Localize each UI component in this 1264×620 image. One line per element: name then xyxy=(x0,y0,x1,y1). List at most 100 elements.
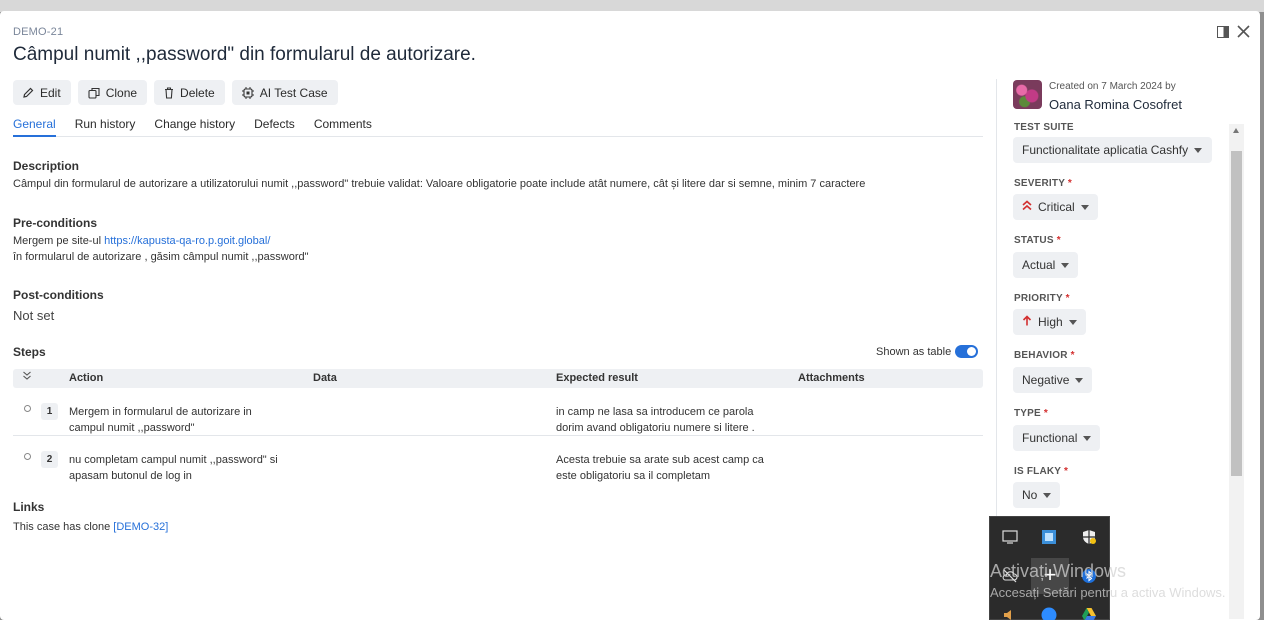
delete-button[interactable]: Delete xyxy=(154,80,225,105)
ai-test-case-button[interactable]: AI Test Case xyxy=(231,80,338,105)
chevron-down-icon xyxy=(1061,262,1070,268)
toolbar: Edit Clone Delete AI Test Case xyxy=(13,80,338,105)
collapse-all-icon[interactable] xyxy=(22,370,32,385)
severity-value: Critical xyxy=(1038,200,1075,214)
shown-as-table-toggle[interactable]: Shown as table xyxy=(876,345,979,358)
links-label: Links xyxy=(13,500,45,514)
tab-run-history[interactable]: Run history xyxy=(75,117,136,137)
created-text: Created on 7 March 2024 by xyxy=(1049,81,1176,92)
step-expected: in camp ne lasa sa introducem ce parola … xyxy=(556,406,755,434)
zoom-icon[interactable] xyxy=(1041,607,1059,620)
chevron-down-icon xyxy=(1194,147,1203,153)
panel-toggle-icon[interactable] xyxy=(1217,25,1229,38)
preconditions-label: Pre-conditions xyxy=(13,216,98,230)
clone-label: Clone xyxy=(105,85,138,100)
type-label: TYPE * xyxy=(1014,408,1048,419)
postconditions-value: Not set xyxy=(13,308,55,323)
chevron-down-icon xyxy=(1043,492,1052,498)
case-title: Câmpul numit ,,password" din formularul … xyxy=(13,44,476,65)
chevron-down-icon xyxy=(1068,319,1077,325)
avatar xyxy=(1013,80,1042,109)
tab-bar: General Run history Change history Defec… xyxy=(13,117,983,137)
speaker-icon[interactable] xyxy=(1002,607,1020,620)
severity-label: SEVERITY * xyxy=(1014,178,1072,189)
step-row[interactable]: 1 Mergem in formularul de autorizare in … xyxy=(13,396,983,444)
chevron-down-icon xyxy=(1083,435,1092,441)
chevron-down-icon xyxy=(1075,377,1084,383)
edit-label: Edit xyxy=(40,85,61,100)
steps-label: Steps xyxy=(13,345,46,359)
toggle-switch[interactable] xyxy=(955,345,979,358)
step-action: nu completam campul numit ,,password" si… xyxy=(69,454,278,482)
priority-select[interactable]: High xyxy=(1013,309,1086,335)
ai-test-case-label: AI Test Case xyxy=(259,85,328,100)
preconditions-line2: în formularul de autorizare , găsim câmp… xyxy=(13,251,309,263)
header-actions xyxy=(1217,25,1250,38)
type-value: Functional xyxy=(1022,431,1078,445)
edit-button[interactable]: Edit xyxy=(13,80,71,105)
severity-select[interactable]: Critical xyxy=(1013,194,1098,220)
author-name: Oana Romina Cosofret xyxy=(1049,97,1182,112)
close-icon[interactable] xyxy=(1237,25,1250,38)
row-divider xyxy=(13,435,983,436)
description-text: Câmpul din formularul de autorizare a ut… xyxy=(13,178,866,190)
windows-activation-watermark: Activați Windows Accesați Setări pentru … xyxy=(990,561,1226,600)
step-row[interactable]: 2 nu completam campul numit ,,password" … xyxy=(13,444,983,492)
clone-link[interactable]: [DEMO-32] xyxy=(113,521,168,533)
step-number: 1 xyxy=(41,403,58,420)
tab-general[interactable]: General xyxy=(13,117,56,137)
test-suite-value: Functionalitate aplicatia Cashfy xyxy=(1022,143,1189,157)
case-id: DEMO-21 xyxy=(13,26,64,38)
is-flaky-value: No xyxy=(1022,488,1038,502)
tab-change-history[interactable]: Change history xyxy=(154,117,235,137)
links-text: This case has clone [DEMO-32] xyxy=(13,521,168,533)
col-attachments: Attachments xyxy=(798,372,865,384)
steps-table-header: Action Data Expected result Attachments xyxy=(13,369,983,388)
arrow-up-icon xyxy=(1022,315,1032,329)
links-prefix: This case has clone xyxy=(13,521,114,533)
test-suite-label: TEST SUITE xyxy=(1014,122,1074,133)
shown-as-table-label: Shown as table xyxy=(876,345,952,358)
step-handle-icon[interactable] xyxy=(24,405,31,412)
scroll-thumb[interactable] xyxy=(1231,151,1242,476)
scroll-up-icon[interactable] xyxy=(1233,128,1239,133)
sidebar-scrollbar[interactable] xyxy=(1229,124,1244,619)
watermark-line2: Accesați Setări pentru a activa Windows. xyxy=(990,585,1226,600)
preconditions-prefix: Mergem pe site-ul xyxy=(13,235,105,247)
watermark-line1: Activați Windows xyxy=(990,561,1127,581)
step-number: 2 xyxy=(41,451,58,468)
step-handle-icon[interactable] xyxy=(24,453,31,460)
preconditions-link[interactable]: https://kapusta-qa-ro.p.goit.global/ xyxy=(104,235,270,247)
display-icon[interactable] xyxy=(1002,529,1020,547)
status-select[interactable]: Actual xyxy=(1013,252,1079,278)
clone-button[interactable]: Clone xyxy=(77,80,148,105)
is-flaky-select[interactable]: No xyxy=(1013,482,1061,508)
is-flaky-label: IS FLAKY * xyxy=(1014,466,1069,477)
postconditions-label: Post-conditions xyxy=(13,288,104,302)
step-expected: Acesta trebuie sa arate sub acest camp c… xyxy=(556,454,764,482)
tab-comments[interactable]: Comments xyxy=(314,117,372,137)
type-select[interactable]: Functional xyxy=(1013,425,1101,451)
network-adapter-icon[interactable] xyxy=(1041,529,1059,547)
behavior-label: BEHAVIOR * xyxy=(1014,350,1075,361)
ai-chip-icon xyxy=(241,86,254,99)
col-data: Data xyxy=(313,372,337,384)
status-label: STATUS * xyxy=(1014,235,1061,246)
behavior-select[interactable]: Negative xyxy=(1013,367,1093,393)
test-suite-select[interactable]: Functionalitate aplicatia Cashfy xyxy=(1013,137,1212,163)
behavior-value: Negative xyxy=(1022,373,1070,387)
priority-label: PRIORITY * xyxy=(1014,293,1070,304)
priority-value: High xyxy=(1038,315,1063,329)
google-drive-icon[interactable] xyxy=(1081,607,1099,620)
preconditions-line1: Mergem pe site-ul https://kapusta-qa-ro.… xyxy=(13,235,270,247)
tab-defects[interactable]: Defects xyxy=(254,117,295,137)
step-action: Mergem in formularul de autorizare in ca… xyxy=(69,406,252,434)
shield-icon[interactable] xyxy=(1081,529,1099,547)
col-action: Action xyxy=(69,372,104,384)
trash-icon xyxy=(164,86,174,99)
chevron-down-icon xyxy=(1080,204,1089,210)
status-value: Actual xyxy=(1022,258,1056,272)
col-expected: Expected result xyxy=(556,372,638,384)
copy-icon xyxy=(88,87,100,99)
pencil-icon xyxy=(23,87,34,98)
